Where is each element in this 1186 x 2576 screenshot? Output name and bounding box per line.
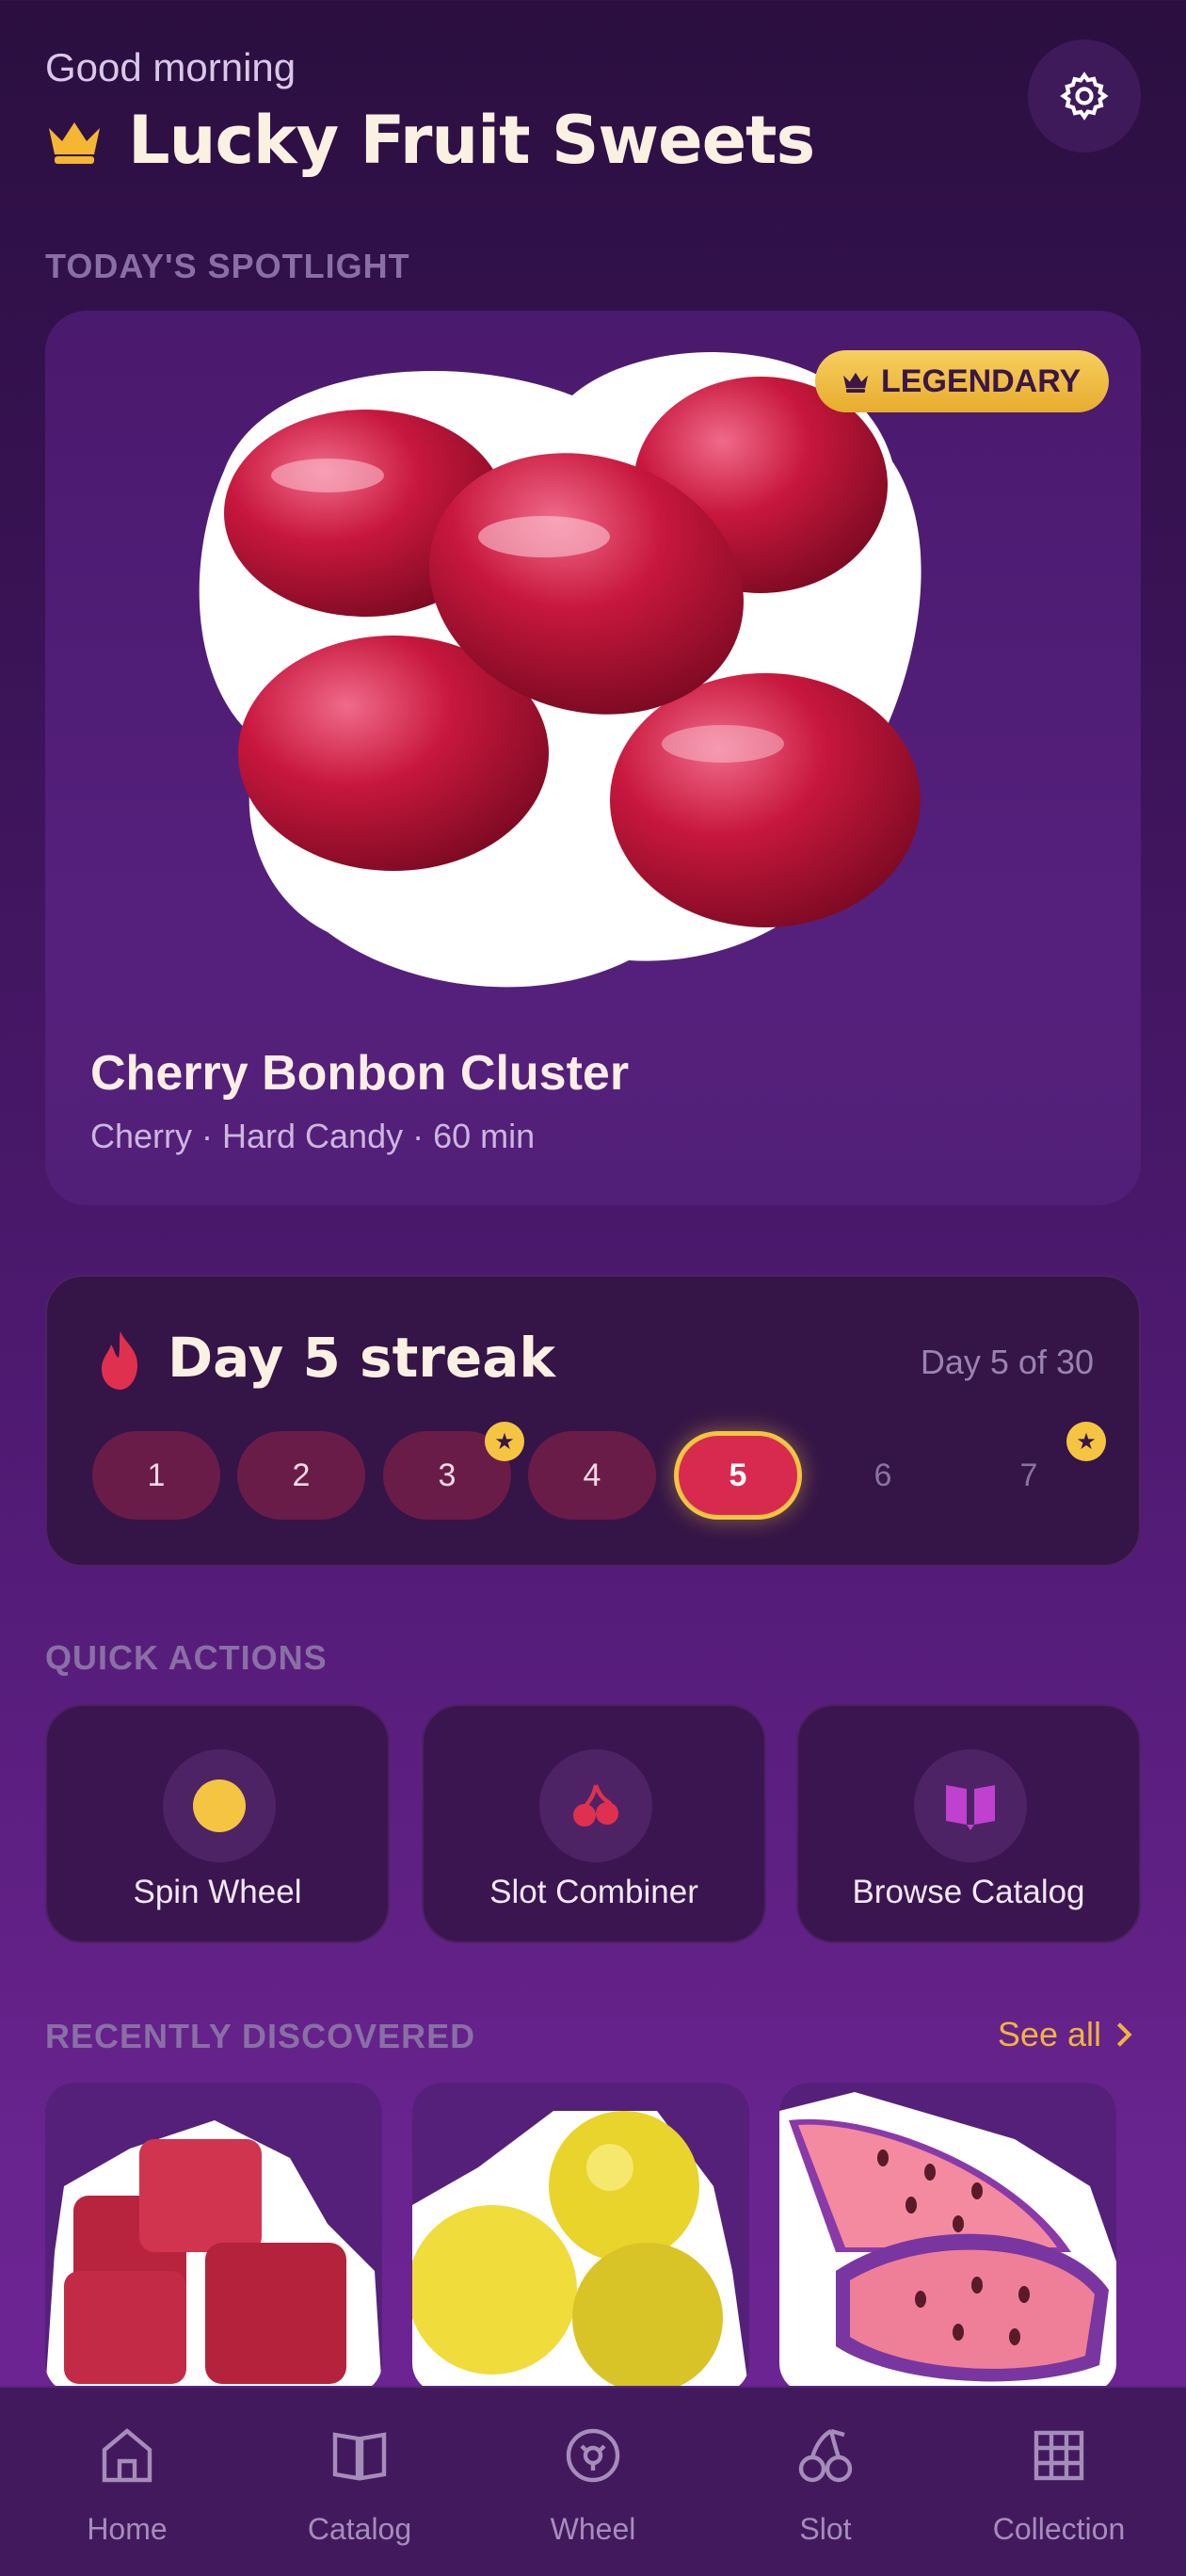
streak-day-label: 3 xyxy=(438,1457,457,1493)
streak-day-label: 6 xyxy=(873,1457,892,1493)
flame-icon xyxy=(102,1331,137,1390)
streak-day-5: 5 xyxy=(674,1431,802,1520)
recent-section-label: RECENTLY DISCOVERED xyxy=(45,2017,476,2055)
cherry-icon xyxy=(798,2428,853,2483)
streak-day-1: 1 xyxy=(92,1431,220,1520)
nav-item-home[interactable]: Home xyxy=(8,2388,246,2576)
slot-combiner-label: Slot Combiner xyxy=(489,1874,698,1910)
yellow-gummy-image xyxy=(412,2111,749,2393)
streak-day-label: 5 xyxy=(729,1457,747,1493)
recent-item-card[interactable] xyxy=(45,2083,382,2393)
app-title: Lucky Fruit Sweets xyxy=(128,102,815,179)
rarity-badge: LEGENDARY xyxy=(815,350,1110,412)
streak-day-label: 4 xyxy=(583,1457,601,1493)
streak-day-4: 4 xyxy=(528,1431,656,1520)
spin-wheel-label: Spin Wheel xyxy=(133,1874,302,1910)
app-title-row: Lucky Fruit Sweets xyxy=(45,102,815,179)
browse-catalog-label: Browse Catalog xyxy=(852,1874,1085,1910)
see-all-link[interactable]: See all xyxy=(998,2015,1133,2054)
streak-day-7: 7 ★ xyxy=(965,1422,1106,1520)
recent-item-card[interactable] xyxy=(412,2083,749,2393)
book-icon xyxy=(914,1749,1027,1862)
star-icon: ★ xyxy=(485,1422,524,1461)
crown-icon xyxy=(49,122,100,164)
streak-day-label: 7 xyxy=(1019,1457,1038,1493)
nav-item-wheel[interactable]: Wheel xyxy=(474,2388,712,2576)
see-all-label: See all xyxy=(997,2015,1101,2053)
greeting: Good morning xyxy=(45,45,296,89)
chevron-right-icon xyxy=(1116,2022,1132,2047)
nav-item-slot[interactable]: Slot xyxy=(707,2388,944,2576)
bottom-nav: Home Catalog Wheel Slot Collection xyxy=(0,2386,1186,2576)
nav-item-catalog[interactable]: Catalog xyxy=(241,2388,478,2576)
crown-icon xyxy=(843,372,868,393)
streak-day-3: 3 ★ xyxy=(383,1422,524,1520)
nav-item-collection[interactable]: Collection xyxy=(940,2388,1178,2576)
streak-day-6: 6 xyxy=(819,1431,947,1520)
nav-label-wheel: Wheel xyxy=(550,2512,636,2546)
nav-label-slot: Slot xyxy=(799,2512,852,2546)
watermelon-slice-image xyxy=(779,2092,1116,2393)
recent-item-card[interactable] xyxy=(779,2083,1116,2393)
nav-label-home: Home xyxy=(87,2512,168,2546)
cherry-bonbon-image xyxy=(199,352,922,988)
home-icon xyxy=(102,2428,152,2483)
spotlight-card[interactable]: LEGENDARY Cherry Bonbon Cluster Cherry ·… xyxy=(45,311,1141,1205)
browse-catalog-button[interactable]: Browse Catalog xyxy=(796,1704,1141,1943)
star-icon: ★ xyxy=(1066,1422,1106,1461)
cherry-icon xyxy=(539,1749,652,1862)
spotlight-section-label: TODAY'S SPOTLIGHT xyxy=(45,247,410,285)
spotlight-name: Cherry Bonbon Cluster xyxy=(90,1046,630,1101)
gear-icon xyxy=(1060,72,1109,121)
grid-icon xyxy=(1034,2430,1084,2481)
settings-button[interactable] xyxy=(1028,40,1141,153)
spin-wheel-button[interactable]: Spin Wheel xyxy=(45,1704,390,1943)
streak-title: Day 5 streak xyxy=(168,1326,555,1390)
book-icon xyxy=(332,2432,387,2481)
streak-day-label: 2 xyxy=(292,1457,311,1493)
quick-actions-section-label: QUICK ACTIONS xyxy=(45,1638,328,1677)
red-gummy-cubes-image xyxy=(45,2120,382,2393)
streak-progress: Day 5 of 30 xyxy=(920,1343,1094,1381)
nav-label-catalog: Catalog xyxy=(307,2512,412,2546)
slot-combiner-button[interactable]: Slot Combiner xyxy=(422,1704,766,1943)
wheel-icon xyxy=(566,2428,620,2483)
spotlight-meta: Cherry · Hard Candy · 60 min xyxy=(90,1117,536,1155)
streak-day-label: 1 xyxy=(147,1457,166,1493)
streak-day-2: 2 xyxy=(237,1431,365,1520)
rarity-badge-label: LEGENDARY xyxy=(881,362,1082,399)
nav-label-collection: Collection xyxy=(992,2512,1126,2546)
yellow-circle-icon xyxy=(163,1749,276,1862)
streak-card: Day 5 streak Day 5 of 30 1 2 3 ★ 4 5 6 7 ★ xyxy=(45,1275,1141,1567)
